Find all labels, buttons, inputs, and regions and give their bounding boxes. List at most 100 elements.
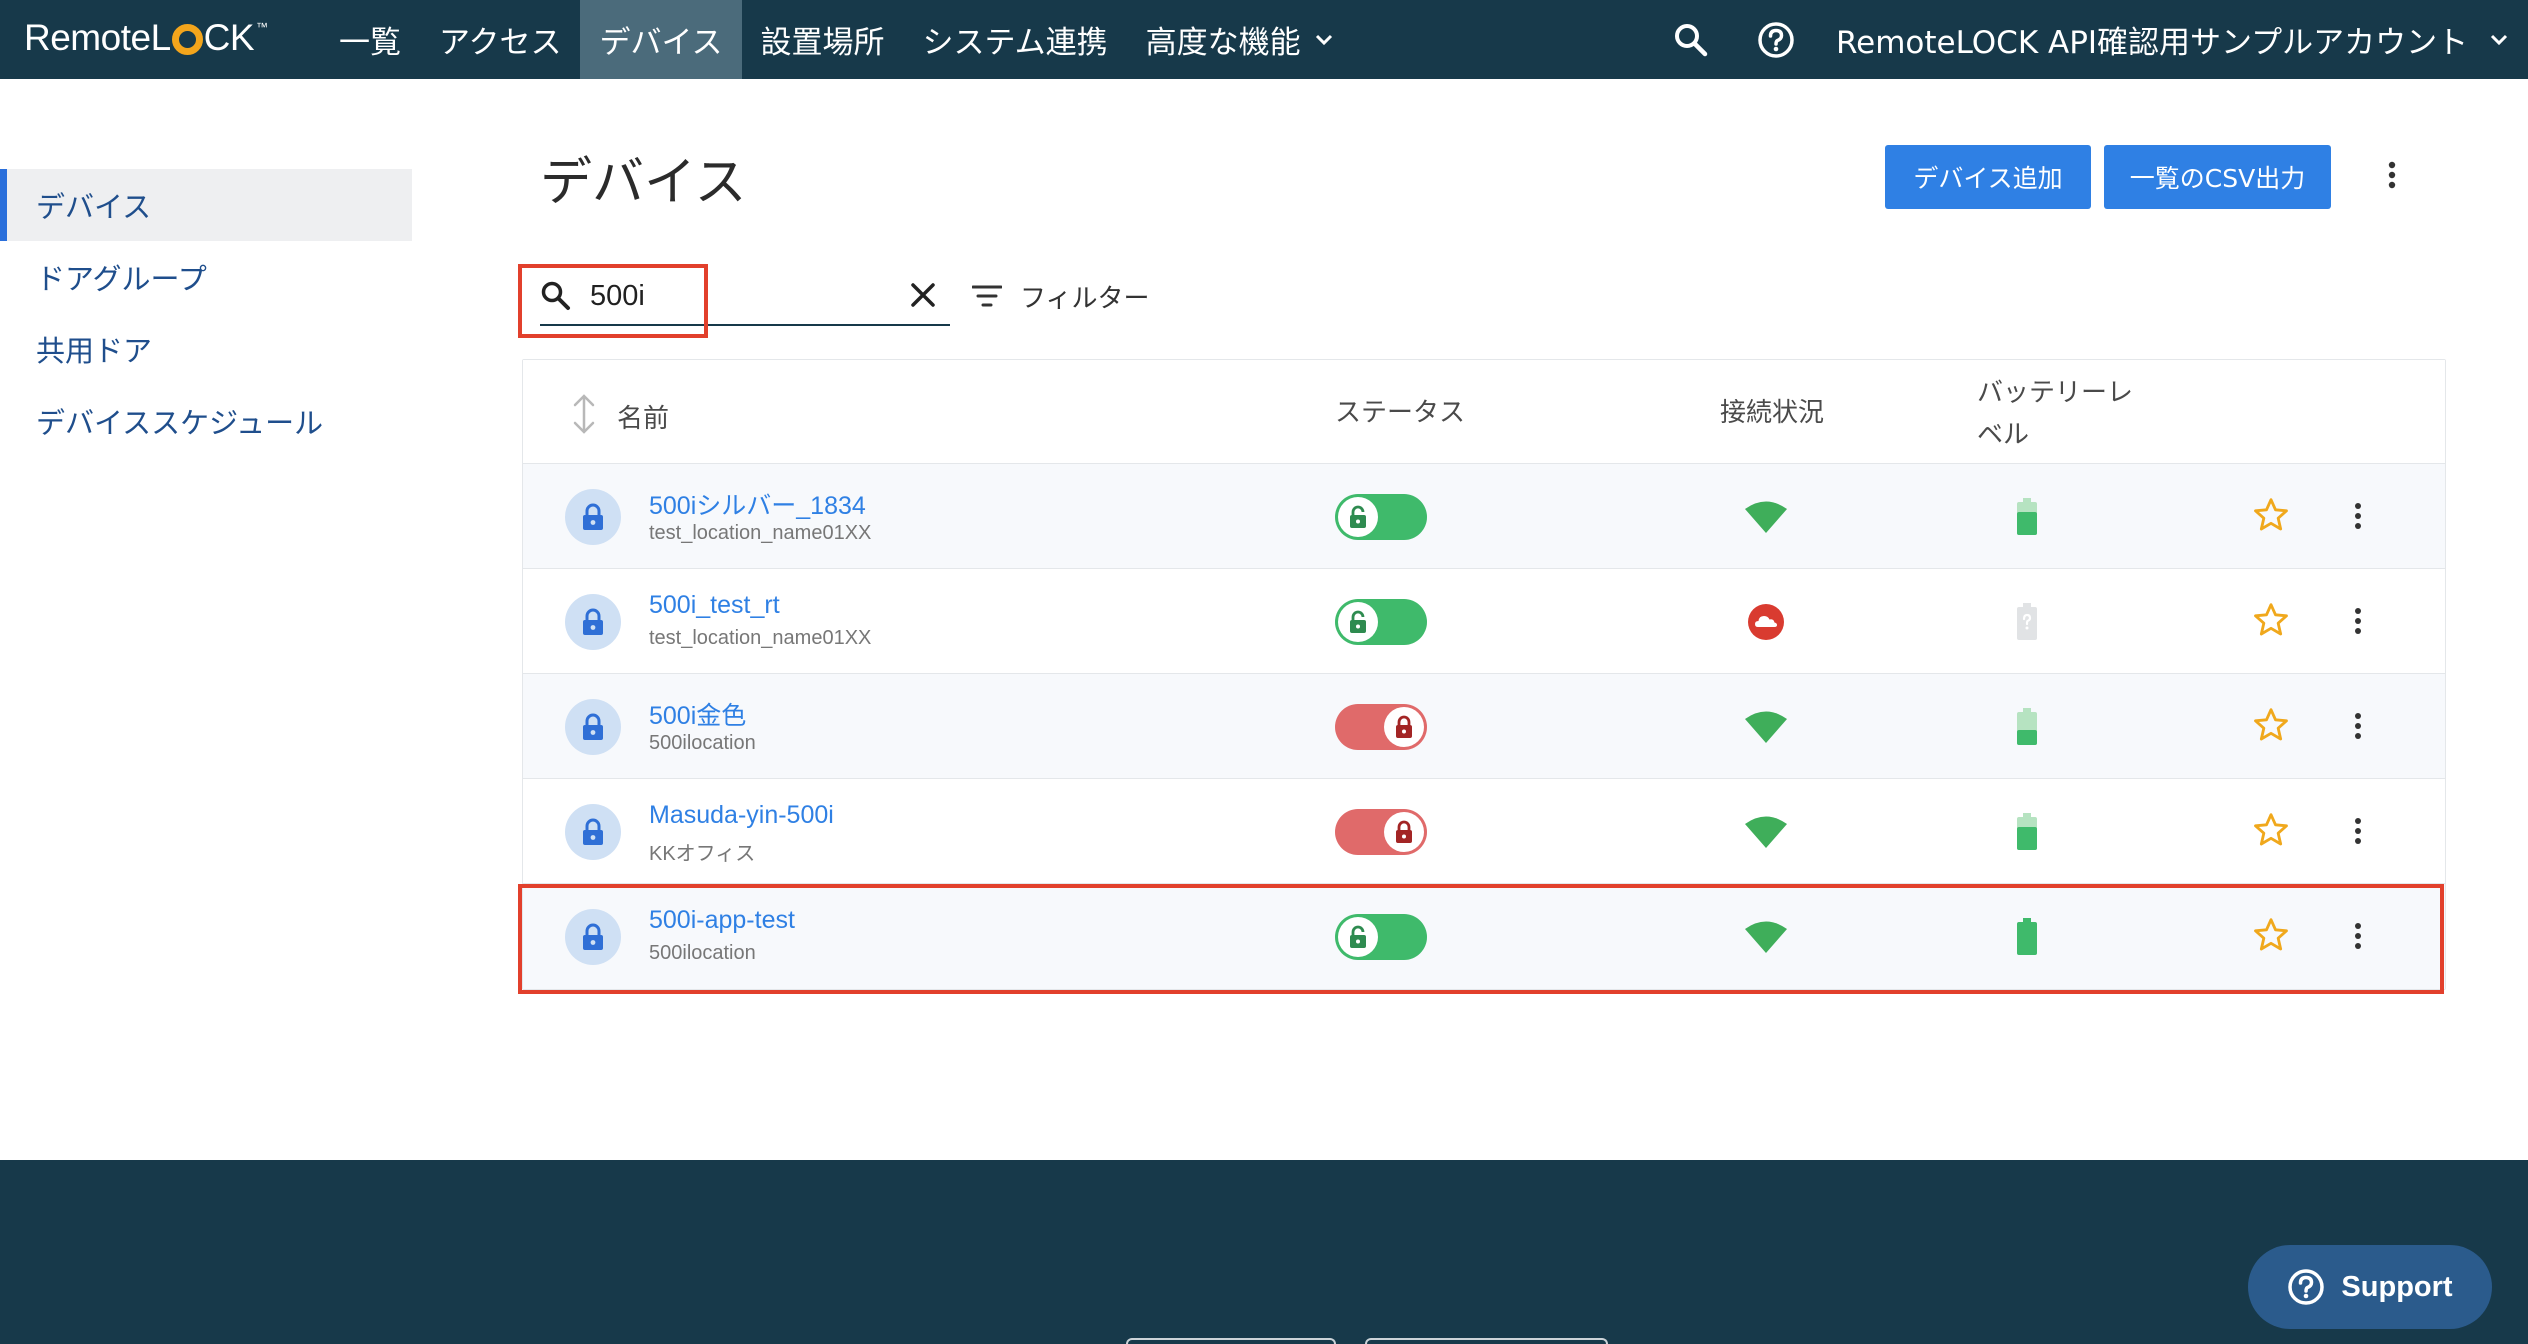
help-icon[interactable]: [1756, 20, 1796, 60]
table-row[interactable]: Masuda-yin-500i KKオフィス: [523, 779, 2445, 884]
sidebar-item-device-schedules[interactable]: デバイススケジュール: [0, 385, 412, 457]
column-header-battery-line2: ベル: [1977, 420, 2030, 450]
unlocked-icon: [1338, 917, 1378, 957]
battery-unknown-icon: [2011, 601, 2043, 643]
logo-text-l: L: [150, 17, 172, 58]
chevron-down-icon: [2490, 34, 2508, 46]
lock-status-toggle[interactable]: [1335, 494, 1427, 540]
nav-item-locations[interactable]: 設置場所: [742, 0, 904, 79]
column-header-connection: 接続状況: [1720, 398, 1825, 428]
support-label: Support: [2341, 1270, 2453, 1303]
account-menu[interactable]: RemoteLOCK API確認用サンプルアカウント: [1836, 0, 2508, 79]
sort-icon[interactable]: [571, 394, 597, 441]
sidebar: デバイス ドアグループ 共用ドア デバイススケジュール: [0, 169, 412, 457]
lock-icon: [565, 594, 621, 650]
nav-label: デバイス: [599, 25, 723, 61]
favorite-star-icon[interactable]: [2251, 600, 2291, 644]
favorite-star-icon[interactable]: [2251, 915, 2291, 959]
nav-label: 高度な機能: [1145, 25, 1301, 61]
footer-app-badge[interactable]: [1365, 1338, 1608, 1344]
sidebar-item-label: 共用ドア: [36, 334, 153, 368]
wifi-online-icon: [1742, 706, 1790, 748]
sidebar-item-label: デバイス: [36, 190, 152, 224]
row-more-options-icon[interactable]: [2343, 914, 2373, 958]
device-name-link[interactable]: Masuda-yin-500i: [649, 801, 834, 830]
wifi-online-icon: [1742, 916, 1790, 958]
table-row[interactable]: 500i-app-test 500ilocation: [523, 884, 2445, 989]
top-navigation-bar: Remote L CK ™ 一覧 アクセス デバイス 設置場所 システム連携 高度な機…: [0, 0, 2528, 79]
lock-status-toggle[interactable]: [1335, 599, 1427, 645]
favorite-star-icon[interactable]: [2251, 705, 2291, 749]
table-row[interactable]: 500iシルバー_1834 test_location_name01XX: [523, 464, 2445, 569]
battery-full-icon: [2011, 916, 2043, 958]
lock-status-toggle[interactable]: [1335, 704, 1427, 750]
lock-icon: [565, 804, 621, 860]
close-icon[interactable]: [910, 282, 936, 312]
device-name-link[interactable]: 500i金色: [649, 696, 746, 732]
account-name: RemoteLOCK API確認用サンプルアカウント: [1836, 25, 2469, 61]
filter-label: フィルター: [1020, 283, 1150, 314]
logo-trademark: ™: [256, 20, 268, 34]
unlocked-icon: [1338, 497, 1378, 537]
add-device-button[interactable]: デバイス追加: [1885, 145, 2091, 209]
table-body: 500iシルバー_1834 test_location_name01XX 500…: [523, 464, 2445, 989]
footer-app-badge[interactable]: [1126, 1338, 1336, 1344]
locked-icon: [1384, 707, 1424, 747]
nav-item-overview[interactable]: 一覧: [320, 0, 420, 79]
device-location: KKオフィス: [649, 843, 756, 865]
device-name-link[interactable]: 500i-app-test: [649, 906, 795, 935]
table-row[interactable]: 500i金色 500ilocation: [523, 674, 2445, 779]
more-options-icon[interactable]: [2374, 150, 2410, 200]
search-box: [540, 266, 950, 326]
main-nav: 一覧 アクセス デバイス 設置場所 システム連携 高度な機能: [320, 0, 1352, 79]
nav-item-advanced[interactable]: 高度な機能: [1127, 0, 1352, 79]
lock-icon: [565, 489, 621, 545]
nav-item-access[interactable]: アクセス: [420, 0, 580, 79]
nav-item-integrations[interactable]: システム連携: [904, 0, 1127, 79]
device-location: 500ilocation: [649, 732, 756, 754]
nav-label: 一覧: [339, 25, 401, 61]
export-csv-button[interactable]: 一覧のCSV出力: [2104, 145, 2331, 209]
sidebar-item-shared-doors[interactable]: 共用ドア: [0, 313, 412, 385]
device-location: 500ilocation: [649, 942, 756, 964]
unlocked-icon: [1338, 602, 1378, 642]
column-header-status: ステータス: [1335, 398, 1466, 428]
chevron-down-icon: [1315, 34, 1333, 46]
sidebar-item-devices[interactable]: デバイス: [0, 169, 412, 241]
column-header-battery-line1: バッテリーレ: [1977, 378, 2134, 408]
lock-icon: [565, 909, 621, 965]
row-more-options-icon[interactable]: [2343, 809, 2373, 853]
battery-low-icon: [2011, 706, 2043, 748]
battery-medium-icon: [2011, 496, 2043, 538]
filter-button[interactable]: フィルター: [972, 276, 1149, 316]
row-more-options-icon[interactable]: [2343, 599, 2373, 643]
row-more-options-icon[interactable]: [2343, 704, 2373, 748]
wifi-online-icon: [1742, 811, 1790, 853]
favorite-star-icon[interactable]: [2251, 495, 2291, 539]
table-row[interactable]: 500i_test_rt test_location_name01XX: [523, 569, 2445, 674]
sidebar-item-label: ドアグループ: [36, 262, 207, 296]
footer: [0, 1160, 2528, 1344]
lock-status-toggle[interactable]: [1335, 914, 1427, 960]
lock-icon: [565, 699, 621, 755]
search-input[interactable]: [590, 274, 890, 318]
sidebar-item-door-groups[interactable]: ドアグループ: [0, 241, 412, 313]
device-name-link[interactable]: 500i_test_rt: [649, 591, 780, 620]
search-icon[interactable]: [1671, 20, 1711, 60]
page-title: デバイス: [540, 153, 747, 213]
remotelock-logo[interactable]: Remote L CK ™: [24, 10, 268, 66]
device-location: test_location_name01XX: [649, 627, 872, 649]
locked-icon: [1384, 812, 1424, 852]
row-more-options-icon[interactable]: [2343, 494, 2373, 538]
logo-text-ck: CK: [203, 17, 255, 58]
lock-status-toggle[interactable]: [1335, 809, 1427, 855]
device-location: test_location_name01XX: [649, 522, 872, 544]
table-header: 名前 ステータス 接続状況 バッテリーレ ベル: [523, 360, 2445, 464]
favorite-star-icon[interactable]: [2251, 810, 2291, 854]
nav-item-devices[interactable]: デバイス: [580, 0, 742, 79]
nav-label: 設置場所: [760, 25, 885, 61]
column-header-name[interactable]: 名前: [617, 398, 669, 435]
device-name-link[interactable]: 500iシルバー_1834: [649, 486, 866, 522]
wifi-online-icon: [1742, 496, 1790, 538]
support-button[interactable]: Support: [2248, 1245, 2492, 1329]
